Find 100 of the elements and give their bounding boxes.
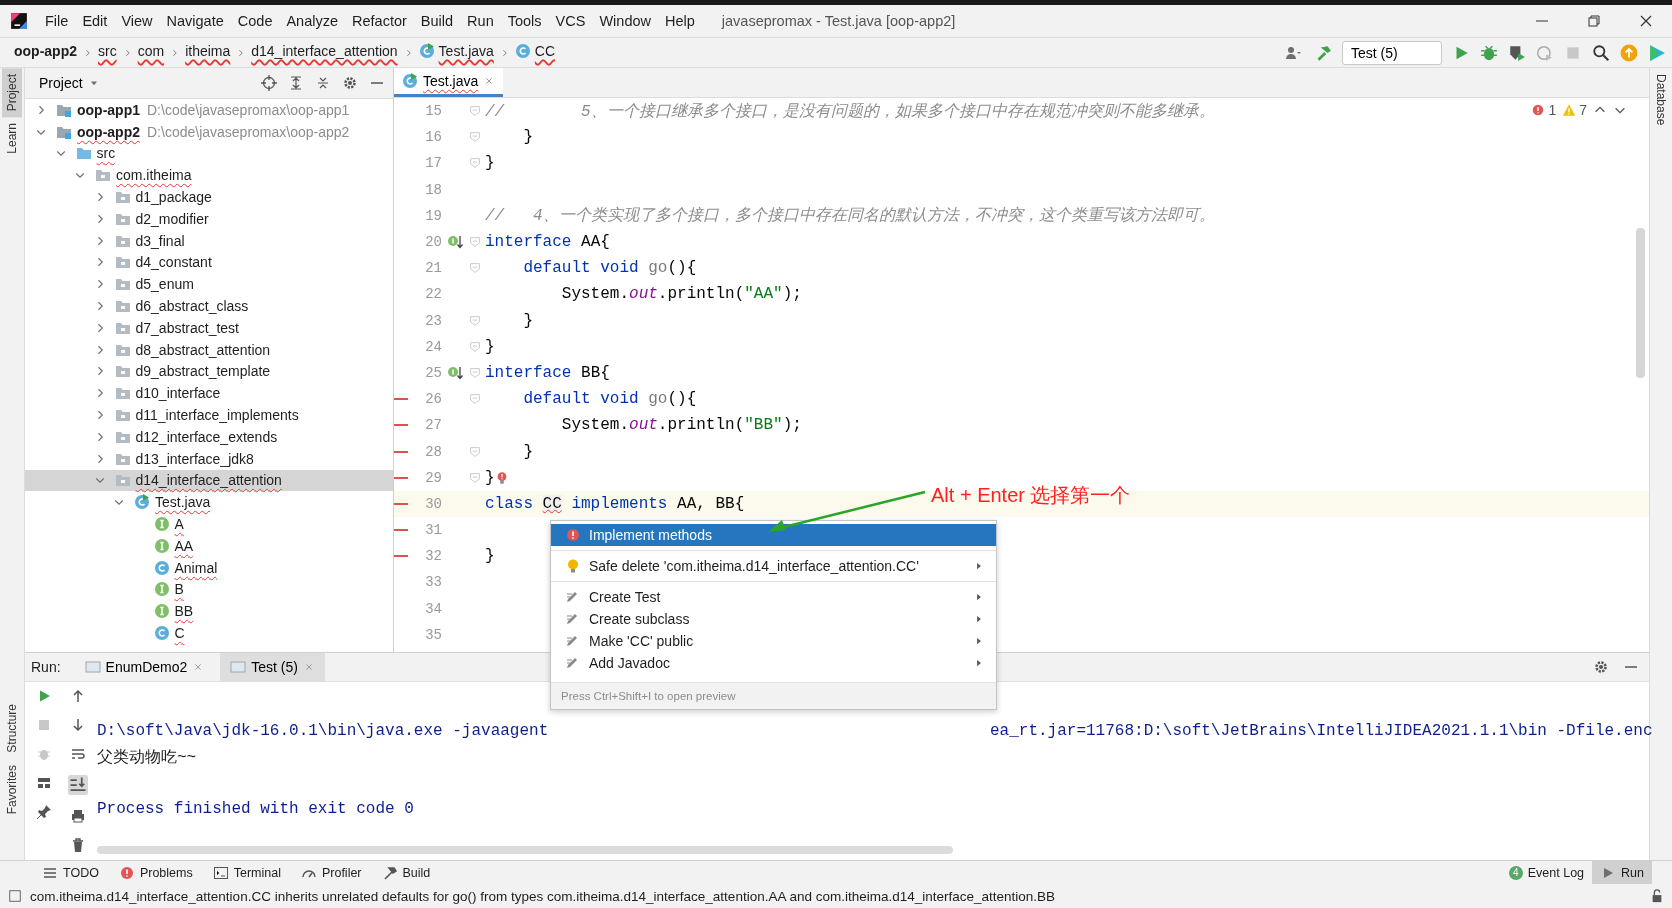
fold-icon[interactable] bbox=[468, 313, 482, 328]
fold-icon[interactable] bbox=[468, 444, 482, 459]
tree-item[interactable]: C bbox=[25, 622, 393, 644]
coverage-icon[interactable] bbox=[1508, 43, 1526, 62]
menu-item[interactable]: Tools bbox=[500, 9, 549, 33]
popup-menu-item[interactable]: Create Test bbox=[551, 586, 996, 608]
settings-icon[interactable] bbox=[1593, 659, 1609, 675]
warning-count[interactable]: 7 bbox=[1562, 102, 1587, 118]
scrollbar-thumb[interactable] bbox=[1636, 228, 1645, 378]
breadcrumb[interactable]: d14_interface_attention bbox=[249, 41, 400, 64]
layout-icon[interactable] bbox=[36, 775, 52, 791]
tree-item[interactable]: B bbox=[25, 578, 393, 601]
breadcrumb[interactable]: com bbox=[135, 41, 167, 64]
editor-tab[interactable]: Test.java bbox=[394, 68, 504, 97]
breadcrumb[interactable]: itheima bbox=[183, 41, 233, 64]
tree-item[interactable]: d4_constant bbox=[25, 251, 393, 274]
tool-window-button[interactable]: Database bbox=[1651, 68, 1671, 132]
tree-item[interactable]: BB bbox=[25, 600, 393, 623]
tree-item[interactable]: d10_interface bbox=[25, 382, 393, 405]
tool-window-button[interactable]: Problems bbox=[110, 861, 201, 884]
project-view-dropdown[interactable]: Project bbox=[33, 74, 106, 92]
tool-window-button[interactable]: Run bbox=[1592, 861, 1652, 884]
tree-item[interactable]: AA bbox=[25, 534, 393, 557]
run-config-dropdown[interactable]: Test (5) bbox=[1342, 40, 1442, 65]
fold-icon[interactable] bbox=[468, 470, 482, 485]
tree-item[interactable]: Test.java bbox=[25, 491, 393, 514]
locate-icon[interactable] bbox=[261, 75, 277, 91]
popup-menu-item[interactable]: Safe delete 'com.itheima.d14_interface_attention.CC' bbox=[551, 555, 996, 577]
menu-item[interactable]: VCS bbox=[548, 9, 593, 33]
tree-item[interactable]: d8_abstract_attention bbox=[25, 338, 393, 361]
print-icon[interactable] bbox=[70, 808, 86, 824]
menu-item[interactable]: View bbox=[114, 9, 160, 33]
tree-item[interactable]: d13_interface_jdk8 bbox=[25, 447, 393, 470]
breadcrumb[interactable]: CC bbox=[512, 41, 558, 64]
search-icon[interactable] bbox=[1592, 43, 1610, 62]
settings-icon[interactable] bbox=[342, 75, 358, 91]
tool-window-button[interactable]: Terminal bbox=[204, 861, 289, 884]
tree-item[interactable]: d11_interface_implements bbox=[25, 404, 393, 426]
fold-icon[interactable] bbox=[468, 261, 482, 276]
collapse-all-icon[interactable] bbox=[315, 75, 331, 91]
implemented-icon[interactable] bbox=[447, 364, 463, 381]
tool-window-button[interactable]: Build bbox=[373, 861, 439, 884]
breadcrumb[interactable]: src bbox=[96, 41, 119, 64]
tool-window-button[interactable]: Structure bbox=[2, 697, 22, 759]
fold-icon[interactable] bbox=[468, 392, 482, 407]
stop-icon[interactable] bbox=[36, 717, 52, 733]
tree-item[interactable]: Animal bbox=[25, 556, 393, 579]
trash-icon[interactable] bbox=[70, 837, 86, 853]
run-tab[interactable]: Test (5) bbox=[220, 653, 325, 681]
menu-item[interactable]: Build bbox=[413, 9, 461, 33]
tree-item[interactable]: oop-app1 D:\code\javasepromax\oop-app1 bbox=[25, 99, 393, 121]
tree-item[interactable]: d7_abstract_test bbox=[25, 316, 393, 339]
fold-icon[interactable] bbox=[468, 339, 482, 354]
update-icon[interactable] bbox=[1620, 43, 1638, 62]
run-tab[interactable]: EnumDemo2 bbox=[74, 653, 215, 681]
fold-icon[interactable] bbox=[468, 130, 482, 145]
tree-item[interactable]: d12_interface_extends bbox=[25, 425, 393, 448]
menu-item[interactable]: Run bbox=[460, 9, 501, 33]
menu-item[interactable]: Window bbox=[592, 9, 658, 33]
fold-icon[interactable] bbox=[468, 235, 482, 250]
tree-item[interactable]: d2_modifier bbox=[25, 208, 393, 230]
popup-menu-item[interactable]: Implement methods bbox=[551, 524, 996, 546]
breadcrumb[interactable]: Test.java bbox=[416, 41, 496, 64]
tree-item[interactable]: com.itheima bbox=[25, 164, 393, 187]
tool-window-button[interactable]: Profiler bbox=[292, 861, 370, 884]
popup-menu-item[interactable]: Make 'CC' public bbox=[551, 630, 996, 652]
tree-item[interactable]: d14_interface_attention bbox=[25, 469, 393, 492]
tool-window-button[interactable]: 4 Event Log bbox=[1500, 861, 1593, 884]
fold-icon[interactable] bbox=[468, 104, 482, 119]
tree-item[interactable]: oop-app2 D:\code\javasepromax\oop-app2 bbox=[25, 120, 393, 143]
tool-window-button[interactable]: Learn bbox=[2, 117, 22, 161]
pin-icon[interactable] bbox=[36, 804, 52, 820]
menu-item[interactable]: Help bbox=[658, 9, 702, 33]
wrap-icon[interactable] bbox=[70, 746, 86, 762]
plugin-logo-icon[interactable] bbox=[1648, 43, 1666, 62]
menu-item[interactable]: Navigate bbox=[159, 9, 231, 33]
error-count[interactable]: 1 bbox=[1531, 102, 1557, 118]
menu-item[interactable]: Analyze bbox=[279, 9, 346, 33]
menu-item[interactable]: Code bbox=[230, 9, 280, 33]
tree-item[interactable]: d1_package bbox=[25, 186, 393, 208]
fold-icon[interactable] bbox=[468, 156, 482, 171]
profile-icon[interactable] bbox=[1536, 43, 1554, 62]
tool-window-button[interactable]: Project bbox=[2, 68, 22, 118]
tree-item[interactable]: d5_enum bbox=[25, 273, 393, 296]
tree-item[interactable]: src bbox=[25, 142, 393, 165]
tool-window-button[interactable]: TODO bbox=[34, 861, 107, 884]
tree-item[interactable]: A bbox=[25, 513, 393, 535]
tree-item[interactable]: d6_abstract_class bbox=[25, 295, 393, 317]
breadcrumb[interactable]: oop-app2 bbox=[12, 41, 79, 64]
tool-window-button[interactable]: Favorites bbox=[2, 758, 22, 820]
bug-icon[interactable] bbox=[1480, 43, 1498, 62]
expand-all-icon[interactable] bbox=[288, 75, 304, 91]
implemented-icon[interactable] bbox=[447, 234, 463, 251]
tree-item[interactable]: d9_abstract_template bbox=[25, 360, 393, 383]
menu-item[interactable]: Refactor bbox=[345, 9, 414, 33]
popup-menu-item[interactable]: Add Javadoc bbox=[551, 652, 996, 674]
tree-item[interactable]: d3_final bbox=[25, 229, 393, 252]
fold-icon[interactable] bbox=[468, 365, 482, 380]
scrollbar-thumb[interactable] bbox=[97, 846, 953, 854]
menu-item[interactable]: File bbox=[38, 9, 76, 33]
